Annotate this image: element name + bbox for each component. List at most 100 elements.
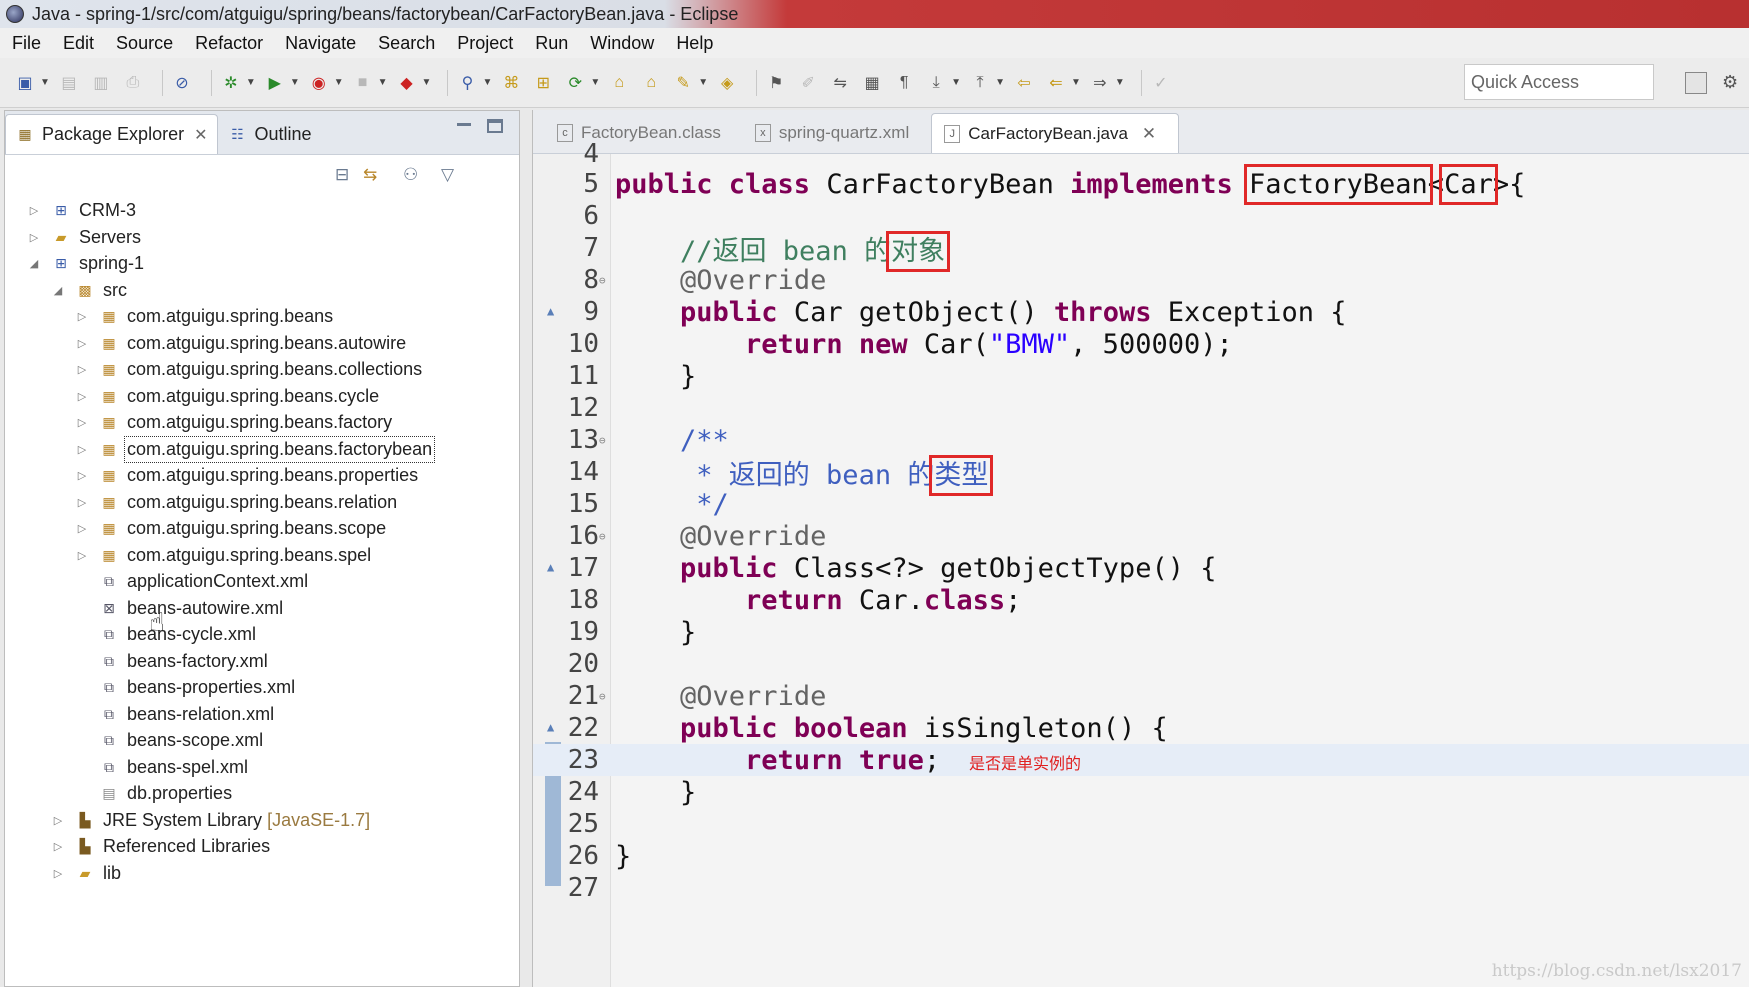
tree-item[interactable]: ⧉ beans-cycle.xml xyxy=(99,621,256,647)
whitespace-icon[interactable]: ¶ xyxy=(893,72,915,94)
task-icon[interactable]: ◈ xyxy=(716,72,738,94)
new-icon[interactable]: ▣ xyxy=(14,72,36,94)
expand-arrow-icon[interactable]: ▷ xyxy=(75,549,89,562)
next-annotation-icon[interactable]: ⤓ xyxy=(925,72,947,94)
collapse-arrow-icon[interactable]: ◢ xyxy=(51,284,65,297)
open-project-icon[interactable]: ⌂ xyxy=(640,72,662,94)
tree-item[interactable]: ▷ ▙ JRE System Library [JavaSE-1.7] xyxy=(51,807,370,833)
minimize-icon[interactable] xyxy=(457,123,471,126)
prev-annotation-dropdown-icon[interactable]: ▼ xyxy=(995,77,1005,88)
menu-navigate[interactable]: Navigate xyxy=(273,33,366,54)
coverage-dropdown-icon[interactable]: ▼ xyxy=(334,77,344,88)
last-edit-icon[interactable]: ⇦ xyxy=(1013,72,1035,94)
quick-access-input[interactable]: Quick Access xyxy=(1464,64,1654,100)
collapse-all-icon[interactable]: ⊟ xyxy=(335,165,349,185)
expand-arrow-icon[interactable]: ▷ xyxy=(27,204,41,217)
expand-arrow-icon[interactable]: ▷ xyxy=(75,310,89,323)
edit-icon[interactable]: ✐ xyxy=(797,72,819,94)
view-menu-icon[interactable]: ▽ xyxy=(441,165,454,185)
maximize-icon[interactable] xyxy=(487,119,503,133)
tree-item[interactable]: ⧉ beans-scope.xml xyxy=(99,727,263,753)
tree-item[interactable]: ▷ ▰ Servers xyxy=(27,224,141,250)
tab-outline[interactable]: ☷ Outline xyxy=(218,114,321,154)
close-icon[interactable]: ✕ xyxy=(194,125,207,145)
expand-arrow-icon[interactable]: ▷ xyxy=(75,469,89,482)
expand-arrow-icon[interactable]: ▷ xyxy=(75,522,89,535)
menu-window[interactable]: Window xyxy=(578,33,664,54)
expand-arrow-icon[interactable]: ▷ xyxy=(75,496,89,509)
fold-icon[interactable]: ⊖ xyxy=(599,434,606,447)
expand-arrow-icon[interactable]: ▷ xyxy=(75,363,89,376)
tree-item[interactable]: ▷ ▦ com.atguigu.spring.beans.factory xyxy=(75,409,392,435)
next-annotation-dropdown-icon[interactable]: ▼ xyxy=(951,77,961,88)
tree-item[interactable]: ▷ ▰ lib xyxy=(51,860,121,886)
menu-run[interactable]: Run xyxy=(523,33,578,54)
menu-search[interactable]: Search xyxy=(366,33,445,54)
menu-refactor[interactable]: Refactor xyxy=(183,33,273,54)
tree-item[interactable]: ⧉ beans-factory.xml xyxy=(99,648,268,674)
forward-dropdown-icon[interactable]: ▼ xyxy=(1115,77,1125,88)
pin-editor-icon[interactable]: ✓ xyxy=(1150,72,1172,94)
tree-item[interactable]: ▷ ▦ com.atguigu.spring.beans.autowire xyxy=(75,330,406,356)
expand-arrow-icon[interactable]: ▷ xyxy=(75,390,89,403)
tree-item[interactable]: ⧉ beans-spel.xml xyxy=(99,754,248,780)
fold-icon[interactable]: ⊖ xyxy=(599,690,606,703)
run-icon[interactable]: ▶ xyxy=(264,72,286,94)
prev-annotation-icon[interactable]: ⤒ xyxy=(969,72,991,94)
pin-icon[interactable]: ⚑ xyxy=(765,72,787,94)
menu-project[interactable]: Project xyxy=(445,33,523,54)
skip-breakpoints-icon[interactable]: ⊘ xyxy=(171,72,193,94)
new-package-icon[interactable]: ⊞ xyxy=(532,72,554,94)
stop-dropdown-icon[interactable]: ▼ xyxy=(378,77,388,88)
open-folder-icon[interactable]: ⌂ xyxy=(608,72,630,94)
run-dropdown-icon[interactable]: ▼ xyxy=(290,77,300,88)
search-dropdown-icon[interactable]: ▼ xyxy=(482,77,492,88)
debug-icon[interactable]: ✲ xyxy=(220,72,242,94)
tree-item[interactable]: ▷ ▦ com.atguigu.spring.beans.scope xyxy=(75,515,386,541)
fold-icon[interactable]: ⊖ xyxy=(599,530,606,543)
forward-icon[interactable]: ⇒ xyxy=(1089,72,1111,94)
back-icon[interactable]: ⇐ xyxy=(1045,72,1067,94)
block-select-icon[interactable]: ▦ xyxy=(861,72,883,94)
tree-item[interactable]: ▷ ▦ com.atguigu.spring.beans xyxy=(75,303,333,329)
coverage-icon[interactable]: ◉ xyxy=(308,72,330,94)
debug-dropdown-icon[interactable]: ▼ xyxy=(246,77,256,88)
tree-item[interactable]: ⧉ applicationContext.xml xyxy=(99,568,308,594)
stop-icon[interactable]: ■ xyxy=(352,72,374,94)
external-tools-dropdown-icon[interactable]: ▼ xyxy=(422,77,432,88)
save-icon[interactable]: ▤ xyxy=(58,72,80,94)
expand-arrow-icon[interactable]: ▷ xyxy=(27,231,41,244)
menu-edit[interactable]: Edit xyxy=(51,33,104,54)
menu-source[interactable]: Source xyxy=(104,33,183,54)
new-dropdown-icon[interactable]: ▼ xyxy=(40,77,50,88)
tree-item[interactable]: ⧉ beans-properties.xml xyxy=(99,674,295,700)
collapse-arrow-icon[interactable]: ◢ xyxy=(27,257,41,270)
tree-item[interactable]: ▷ ⊞ CRM-3 xyxy=(27,197,136,223)
tree-item[interactable]: ▷ ▦ com.atguigu.spring.beans.spel xyxy=(75,542,371,568)
toggle-mark-icon[interactable]: ⇋ xyxy=(829,72,851,94)
tree-item[interactable]: ▤ db.properties xyxy=(99,780,232,806)
expand-arrow-icon[interactable]: ▷ xyxy=(75,416,89,429)
refresh-dropdown-icon[interactable]: ▼ xyxy=(590,77,600,88)
tree-item[interactable]: ▷ ▦ com.atguigu.spring.beans.collections xyxy=(75,356,422,382)
tree-item[interactable]: ⊠ beans-autowire.xml xyxy=(99,595,283,621)
tree-item[interactable]: ▷ ▦ com.atguigu.spring.beans.cycle xyxy=(75,383,379,409)
fold-icon[interactable]: ⊖ xyxy=(599,274,606,287)
tree-item[interactable]: ◢ ▩ src xyxy=(51,277,127,303)
expand-arrow-icon[interactable]: ▷ xyxy=(51,867,65,880)
print-icon[interactable]: ⎙ xyxy=(122,72,144,94)
expand-arrow-icon[interactable]: ▷ xyxy=(75,443,89,456)
menu-help[interactable]: Help xyxy=(664,33,723,54)
tab-package-explorer[interactable]: ▦ Package Explorer ✕ xyxy=(5,114,219,154)
search-icon[interactable]: ⚲ xyxy=(456,72,478,94)
expand-arrow-icon[interactable]: ▷ xyxy=(51,814,65,827)
tree-item[interactable]: ▷ ▙ Referenced Libraries xyxy=(51,833,270,859)
expand-arrow-icon[interactable]: ▷ xyxy=(75,337,89,350)
java-perspective-icon[interactable]: ⚙ xyxy=(1722,72,1744,94)
tree-item[interactable]: ▷ ▦ com.atguigu.spring.beans.relation xyxy=(75,489,397,515)
code-area[interactable]: 4 5 public class CarFactoryBean implemen… xyxy=(533,139,1749,987)
tree-item-selected[interactable]: ▷ ▦ com.atguigu.spring.beans.factorybean xyxy=(75,435,436,463)
pen-dropdown-icon[interactable]: ▼ xyxy=(698,77,708,88)
back-dropdown-icon[interactable]: ▼ xyxy=(1071,77,1081,88)
menu-file[interactable]: File xyxy=(0,33,51,54)
